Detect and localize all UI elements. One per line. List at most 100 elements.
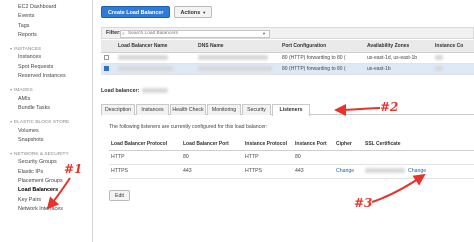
- sidebar-item-load-balancers[interactable]: Load Balancers: [0, 186, 92, 195]
- redacted-dns: [198, 54, 268, 60]
- lb-name-cell: [115, 52, 195, 64]
- column-header-instance-protocol: Instance Protocol: [243, 138, 293, 151]
- listeners-table: Load Balancer Protocol Load Balancer Por…: [109, 138, 474, 179]
- port-config-cell: 80 (HTTP) forwarding to 80 (: [279, 63, 364, 75]
- column-header-dns[interactable]: DNS Name: [195, 40, 279, 53]
- actions-dropdown-button[interactable]: Actions ▼: [174, 6, 213, 18]
- sidebar-item-events[interactable]: Events: [0, 12, 92, 21]
- toolbar: Create Load Balancer Actions ▼: [93, 0, 474, 24]
- search-input[interactable]: [120, 29, 270, 38]
- row-checkbox-cell[interactable]: [101, 52, 115, 64]
- redacted-instance-count: [435, 65, 443, 71]
- details-tab-bar: Description Instances Health Check Monit…: [101, 104, 474, 116]
- edit-listeners-button[interactable]: Edit: [109, 190, 130, 201]
- column-header-port[interactable]: Port Configuration: [279, 40, 364, 53]
- sidebar-item-ec2-dashboard[interactable]: EC2 Dashboard: [0, 3, 92, 12]
- column-header-instances[interactable]: Instance Co: [432, 40, 474, 53]
- ssl-cert-cell: [363, 150, 474, 165]
- instance-protocol-cell: HTTP: [243, 150, 293, 165]
- column-header-lb-protocol: Load Balancer Protocol: [109, 138, 181, 151]
- sidebar-section-images[interactable]: ▾ IMAGES: [0, 85, 92, 94]
- cipher-cell: Change: [334, 164, 363, 179]
- create-load-balancer-button[interactable]: Create Load Balancer: [101, 6, 171, 18]
- sidebar-section-label: ELASTIC BLOCK STORE: [14, 120, 70, 126]
- sidebar: EC2 Dashboard Events Tags Reports ▾ INSTANCES…: [0, 0, 93, 242]
- redacted-dns: [198, 65, 272, 71]
- instance-port-cell: 443: [293, 164, 334, 179]
- sidebar-item-reports[interactable]: Reports: [0, 31, 92, 40]
- sidebar-item-snapshots[interactable]: Snapshots: [0, 136, 92, 145]
- lb-protocol-cell: HTTPS: [109, 164, 181, 179]
- tab-instances[interactable]: Instances: [136, 104, 169, 115]
- chevron-down-icon: ▾: [10, 151, 13, 157]
- sidebar-section-label: IMAGES: [14, 88, 33, 94]
- instance-protocol-cell: HTTPS: [243, 164, 293, 179]
- tab-security[interactable]: Security: [242, 104, 271, 115]
- main-panel: Create Load BalancerActions▼ Filter: ⌕ ▼…: [93, 0, 474, 242]
- table-header-row: Load Balancer Name DNS Name Port Configu…: [101, 40, 474, 53]
- cipher-cell: [334, 150, 363, 165]
- dns-name-cell: [195, 63, 279, 75]
- table-row[interactable]: 80 (HTTP) forwarding to 80 ( us-east-1d,…: [101, 52, 474, 64]
- selected-lb-label: Load balancer:: [101, 88, 169, 94]
- select-column-header: [101, 40, 115, 53]
- column-header-zones[interactable]: Availability Zones: [364, 40, 432, 53]
- sidebar-item-volumes[interactable]: Volumes: [0, 127, 92, 136]
- change-certificate-link[interactable]: Change: [408, 168, 426, 174]
- sidebar-section-label: INSTANCES: [14, 47, 42, 53]
- listeners-header-row: Load Balancer Protocol Load Balancer Por…: [109, 138, 474, 151]
- column-header-lb-port: Load Balancer Port: [181, 138, 243, 151]
- sidebar-item-reserved-instances[interactable]: Reserved Instances: [0, 72, 92, 81]
- redacted-lb-name: [142, 88, 169, 94]
- table-row: HTTP 80 HTTP 80: [109, 150, 474, 165]
- instance-count-cell: [432, 63, 474, 75]
- instance-count-cell: [432, 52, 474, 64]
- actions-label: Actions: [180, 10, 201, 16]
- table-row[interactable]: 80 (HTTP) forwarding to 80 ( us-east-1b: [101, 63, 474, 75]
- row-checkbox-cell[interactable]: [101, 63, 115, 75]
- tab-description[interactable]: Description: [101, 104, 135, 115]
- tab-health-check[interactable]: Health Check: [170, 104, 206, 115]
- sidebar-item-placement-groups[interactable]: Placement Groups: [0, 177, 92, 186]
- annotation-1: #1: [64, 162, 83, 176]
- redacted-name: [118, 65, 173, 71]
- column-header-name[interactable]: Load Balancer Name: [115, 40, 195, 53]
- dns-name-cell: [195, 52, 279, 64]
- column-header-instance-port: Instance Port: [293, 138, 334, 151]
- chevron-down-icon: ▾: [10, 119, 13, 125]
- chevron-down-icon[interactable]: ▼: [262, 31, 266, 36]
- row-checkbox[interactable]: [104, 65, 109, 71]
- port-config-cell: 80 (HTTP) forwarding to 80 (: [279, 52, 364, 64]
- sidebar-item-tags[interactable]: Tags: [0, 22, 92, 31]
- annotation-2: #2: [380, 100, 399, 114]
- column-header-ssl-certificate: SSL Certificate: [363, 138, 474, 151]
- chevron-down-icon: ▼: [202, 10, 207, 15]
- sidebar-item-spot-requests[interactable]: Spot Requests: [0, 63, 92, 72]
- zones-cell: us-east-1b: [364, 63, 432, 75]
- instance-port-cell: 80: [293, 150, 334, 165]
- sidebar-section-label: NETWORK & SECURITY: [14, 152, 69, 158]
- row-checkbox[interactable]: [104, 54, 109, 60]
- change-cipher-link[interactable]: Change: [336, 168, 354, 174]
- lb-protocol-cell: HTTP: [109, 150, 181, 165]
- filter-label: Filter:: [106, 30, 121, 36]
- tab-monitoring[interactable]: Monitoring: [207, 104, 241, 115]
- zones-cell: us-east-1d, us-east-1b: [364, 52, 432, 64]
- sidebar-item-instances[interactable]: Instances: [0, 53, 92, 62]
- search-icon: ⌕: [122, 30, 125, 37]
- filter-bar: Filter: ⌕ ▼: [101, 27, 474, 39]
- chevron-down-icon: ▾: [10, 46, 13, 52]
- sidebar-section-elastic-block-store[interactable]: ▾ ELASTIC BLOCK STORE: [0, 117, 92, 126]
- sidebar-item-bundle-tasks[interactable]: Bundle Tasks: [0, 104, 92, 113]
- sidebar-item-amis[interactable]: AMIs: [0, 95, 92, 104]
- sidebar-item-network-interfaces[interactable]: Network Interfaces: [0, 205, 92, 214]
- load-balancer-table: Load Balancer Name DNS Name Port Configu…: [101, 40, 474, 75]
- sidebar-section-instances[interactable]: ▾ INSTANCES: [0, 44, 92, 53]
- sidebar-section-network-security[interactable]: ▾ NETWORK & SECURITY: [0, 149, 92, 158]
- sidebar-item-key-pairs[interactable]: Key Pairs: [0, 196, 92, 205]
- lb-port-cell: 443: [181, 164, 243, 179]
- redacted-name: [118, 54, 168, 60]
- tab-listeners[interactable]: Listeners: [272, 104, 310, 116]
- table-row: HTTPS 443 HTTPS 443 Change Change: [109, 164, 474, 179]
- annotation-3: #3: [354, 196, 373, 210]
